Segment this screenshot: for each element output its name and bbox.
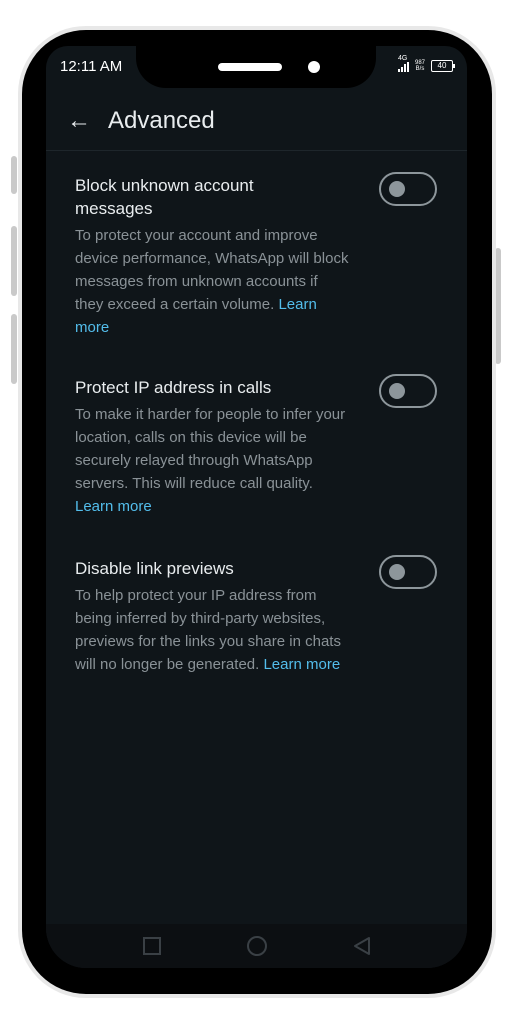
- toggle-knob: [389, 181, 405, 197]
- disable-link-previews-toggle[interactable]: [379, 555, 437, 589]
- setting-block-unknown-messages: Block unknown account messages To protec…: [75, 172, 445, 339]
- network-indicator: 4G: [397, 55, 409, 72]
- learn-more-link[interactable]: Learn more: [263, 656, 340, 673]
- protect-ip-calls-toggle[interactable]: [379, 374, 437, 408]
- signal-icon: [397, 62, 409, 72]
- screen: 12:11 AM 4G 987 B/s 40 ← Advanced Block …: [46, 46, 467, 968]
- setting-title: Block unknown account messages: [75, 176, 254, 218]
- learn-more-link[interactable]: Learn more: [75, 498, 152, 515]
- front-camera: [308, 61, 320, 73]
- data-speed: 987 B/s: [415, 60, 425, 72]
- toggle-knob: [389, 383, 405, 399]
- status-time: 12:11 AM: [60, 58, 123, 75]
- setting-title: Disable link previews: [75, 559, 234, 578]
- app-bar: ← Advanced: [46, 94, 467, 151]
- setting-title: Protect IP address in calls: [75, 378, 272, 397]
- status-bar: 12:11 AM 4G 987 B/s 40: [46, 46, 467, 88]
- page-title: Advanced: [108, 107, 215, 134]
- setting-protect-ip-calls: Protect IP address in calls To make it h…: [75, 374, 445, 518]
- setting-disable-link-previews: Disable link previews To help protect yo…: [75, 555, 445, 676]
- system-nav-bar: [46, 924, 467, 968]
- description-text: To make it harder for people to infer yo…: [75, 406, 346, 492]
- battery-icon: 40: [431, 60, 455, 72]
- toggle-knob: [389, 564, 405, 580]
- setting-description: To protect your account and improve devi…: [75, 224, 350, 339]
- arrow-left-icon[interactable]: ←: [64, 106, 94, 136]
- back-triangle-icon[interactable]: [350, 934, 374, 958]
- speed-unit: B/s: [415, 66, 425, 72]
- setting-description: To make it harder for people to infer yo…: [75, 403, 350, 518]
- block-unknown-messages-toggle[interactable]: [379, 172, 437, 206]
- status-icons: 4G 987 B/s 40: [397, 55, 455, 72]
- volume-up-button: [11, 226, 17, 296]
- mute-switch: [11, 156, 17, 194]
- home-circle-icon[interactable]: [245, 934, 269, 958]
- setting-description: To help protect your IP address from bei…: [75, 584, 350, 676]
- notch: [136, 46, 376, 88]
- recents-square-icon[interactable]: [140, 934, 164, 958]
- volume-down-button: [11, 314, 17, 384]
- earpiece-speaker: [218, 63, 282, 71]
